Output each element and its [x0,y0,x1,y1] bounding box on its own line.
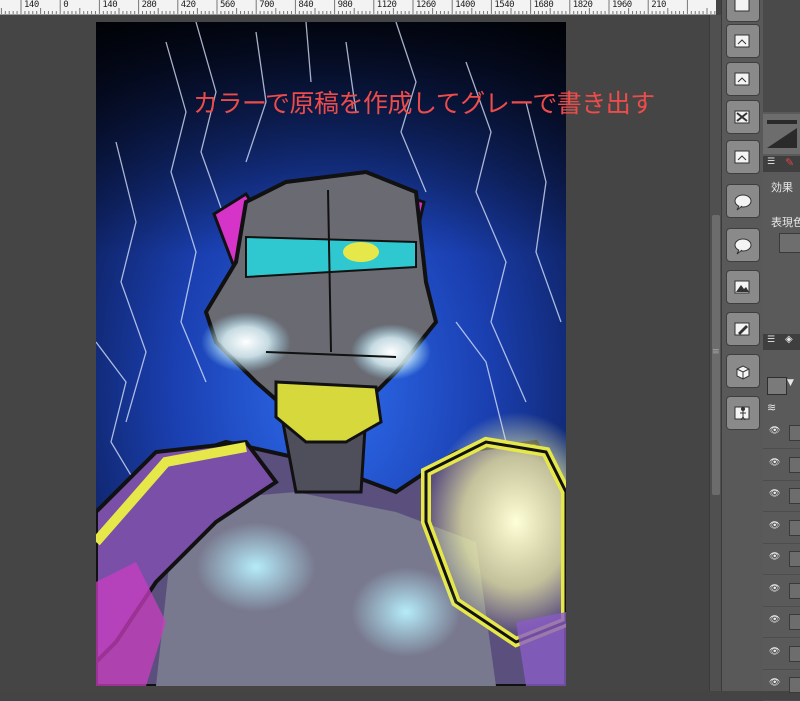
ruler-label: 1400 [455,0,475,10]
panel-header-area [763,0,800,112]
tool-button-layer-transform[interactable] [726,100,760,134]
ruler-label: 0 [63,0,69,10]
horizontal-ruler: 2801400140280420560700840980112012601400… [0,0,716,15]
tool-property-icon[interactable]: ✎ [785,156,794,169]
visibility-eye-icon[interactable]: 👁 [769,615,780,625]
layer-icon [734,0,750,12]
ruler-label: 1680 [533,0,554,10]
layer-stack-icon: ≋ [767,401,777,414]
layers-tab-icon[interactable]: ◈ [785,334,793,345]
layer-thumbnail [789,456,800,473]
tool-button-pen[interactable] [726,312,760,346]
layer-menu-icon[interactable]: ☰ [767,335,775,345]
scrollbar-grip: ≡ [712,347,720,357]
layer-row[interactable]: 👁 [763,450,800,481]
ruler-label: 140 [24,0,39,10]
visibility-eye-icon[interactable]: 👁 [769,521,780,531]
ruler-label: 210 [651,0,666,10]
layer-image-icon [734,150,750,164]
ruler-label: 980 [337,0,353,10]
ruler-label: 1120 [376,0,397,10]
layer-thumbnail [789,582,800,599]
panel-tab-bar[interactable]: ☰ ✎ [763,156,800,172]
3d-cube-icon [736,365,750,380]
pen-icon [734,322,750,336]
layer-panel-tab-bar[interactable]: ☰ ◈ [763,334,800,350]
layer-tool-column [721,0,764,691]
visibility-eye-icon[interactable]: 👁 [769,647,780,657]
layer-thumbnail [789,425,800,441]
visibility-eye-icon[interactable]: 👁 [769,426,780,436]
ruler-label: 280 [141,0,157,10]
layer-transform-icon [734,110,750,124]
chevron-down-icon[interactable]: ▼ [787,378,794,388]
layer-image-icon [734,72,750,86]
balloon-icon [734,194,752,211]
layer-row[interactable]: 👁 [763,481,800,512]
figure-icon [734,406,750,421]
tool-button-layer-image[interactable] [726,62,760,96]
layer-row[interactable]: 👁 [763,607,800,638]
ruler-label: 1960 [612,0,632,10]
ruler-label: 700 [259,0,274,10]
blend-mode-select[interactable] [767,377,787,395]
visibility-eye-icon[interactable]: 👁 [769,489,780,499]
tool-button-figure[interactable] [726,396,760,430]
tool-button-layer[interactable] [726,0,760,22]
expression-color-dropdown[interactable] [779,233,800,253]
layer-thumbnail [789,488,800,504]
ruler-label: 1820 [572,0,593,10]
gradient-preview-icon [767,120,797,148]
annotation-text: カラーで原稿を作成してグレーで書き出す [193,89,655,118]
layer-row[interactable]: 👁 [763,544,800,575]
ruler-label: 420 [180,0,196,10]
layer-row[interactable]: 👁 [763,576,800,607]
visibility-eye-icon[interactable]: 👁 [769,678,780,688]
ruler-label: 560 [220,0,235,10]
ruler-label: 1260 [416,0,436,10]
layer-thumbnail [789,614,800,630]
artwork-illustration [96,22,566,686]
layer-thumbnail [789,519,800,536]
visibility-eye-icon[interactable]: 👁 [769,552,780,562]
layer-row[interactable]: 👁 [763,418,800,449]
visibility-eye-icon[interactable]: 👁 [769,584,780,594]
layer-add-icon [734,34,750,48]
heart-balloon-icon [734,238,752,255]
artwork-canvas[interactable] [96,22,566,686]
right-panel: ☰ ✎ 効果 表現色 ☰ ◈ ▼ ≋ 👁 👁 👁 👁 👁 👁 👁 👁 👁 [763,0,800,701]
mountain-image-icon [734,280,750,294]
effect-label: 効果 [771,181,793,194]
layer-row[interactable]: 👁 [763,670,800,701]
ruler-label: 140 [102,0,118,10]
ruler-label: 1540 [494,0,515,10]
ruler-label: 840 [298,0,314,10]
tool-button-mountain-image[interactable] [726,270,760,304]
layer-thumbnail [789,645,800,662]
expression-color-label: 表現色 [771,216,800,229]
layer-row[interactable]: 👁 [763,513,800,544]
tool-button-3d-cube[interactable] [726,354,760,388]
tool-button-layer-image[interactable] [726,140,760,174]
tool-button-balloon[interactable] [726,184,760,218]
preview-strip [763,114,800,154]
layer-row[interactable]: 👁 [763,639,800,670]
tool-button-layer-add[interactable] [726,24,760,58]
visibility-eye-icon[interactable]: 👁 [769,458,780,468]
menu-icon[interactable]: ☰ [767,157,775,167]
layer-thumbnail [789,551,800,567]
tool-button-heart-balloon[interactable] [726,228,760,262]
